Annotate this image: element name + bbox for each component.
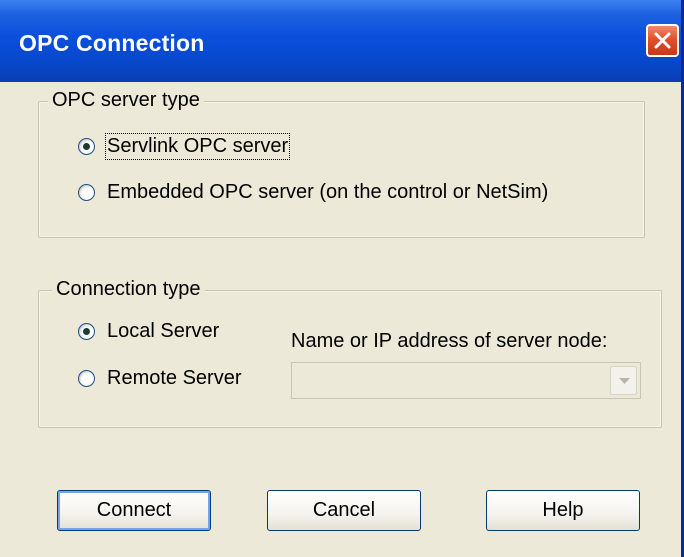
radio-label-servlink: Servlink OPC server [104, 133, 291, 160]
server-node-combobox[interactable] [291, 362, 641, 399]
radio-remote-server[interactable]: Remote Server [78, 367, 242, 390]
cancel-button[interactable]: Cancel [267, 490, 421, 531]
close-icon [654, 32, 671, 49]
chevron-down-icon [619, 378, 630, 384]
radio-button-checked[interactable] [78, 323, 95, 340]
radio-local-server[interactable]: Local Server [78, 320, 219, 343]
radio-servlink-opc-server[interactable]: Servlink OPC server [78, 133, 291, 160]
radio-label-embedded: Embedded OPC server (on the control or N… [107, 181, 549, 203]
window-title: OPC Connection [19, 30, 205, 56]
radio-embedded-opc-server[interactable]: Embedded OPC server (on the control or N… [78, 181, 548, 204]
title-bar[interactable]: OPC Connection [0, 0, 681, 82]
connection-type-group [38, 290, 662, 428]
opc-server-type-group [38, 101, 645, 238]
connect-button[interactable]: Connect [57, 490, 211, 531]
radio-button[interactable] [78, 370, 95, 387]
radio-label-remote-server: Remote Server [107, 367, 242, 389]
connection-type-legend: Connection type [52, 278, 205, 301]
opc-connection-dialog: OPC Connection OPC server type Servlink … [0, 0, 684, 557]
opc-server-type-legend: OPC server type [48, 89, 204, 112]
radio-button-checked[interactable] [78, 138, 95, 155]
combobox-dropdown-button[interactable] [610, 366, 637, 395]
help-button[interactable]: Help [486, 490, 640, 531]
server-node-label: Name or IP address of server node: [291, 330, 608, 352]
close-button[interactable] [646, 24, 679, 57]
radio-label-local-server: Local Server [107, 320, 220, 342]
radio-button[interactable] [78, 184, 95, 201]
